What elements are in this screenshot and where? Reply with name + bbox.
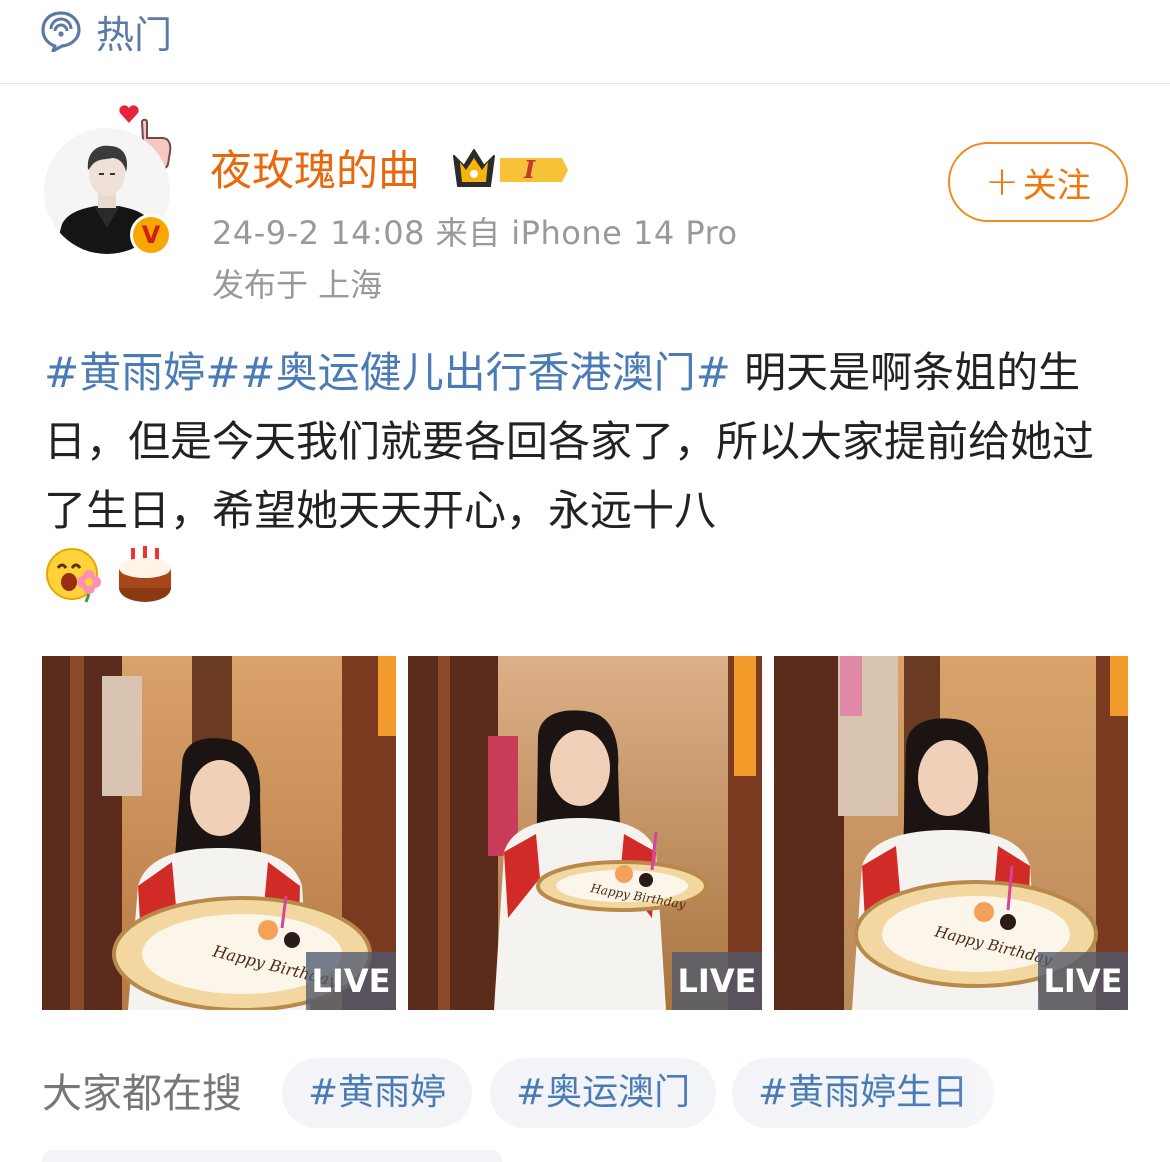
- photo-grid: Happy Birthday LIVE Happy Birthday LIVE …: [42, 656, 1128, 1010]
- next-item-edge: [42, 1150, 502, 1162]
- live-photo-badge: LIVE: [306, 952, 396, 1010]
- follow-label: 关注: [1022, 165, 1091, 206]
- member-level-text: I: [523, 155, 536, 184]
- trending-chip[interactable]: #黄雨婷: [282, 1058, 473, 1128]
- verified-badge: V: [130, 214, 172, 256]
- post-location: 发布于 上海: [212, 266, 383, 304]
- photo-thumbnail[interactable]: Happy Birthday LIVE: [408, 656, 762, 1010]
- emoji-row: [44, 544, 181, 604]
- happy-flower-emoji-icon: [46, 548, 101, 603]
- birthday-cake-emoji-icon: [119, 546, 172, 602]
- live-photo-badge: LIVE: [1038, 952, 1128, 1010]
- section-title[interactable]: 热门: [96, 10, 172, 60]
- trending-searches: 大家都在搜 #黄雨婷 #奥运澳门 #黄雨婷生日: [42, 1058, 1170, 1128]
- photo-thumbnail[interactable]: Happy Birthday LIVE: [774, 656, 1128, 1010]
- trending-label: 大家都在搜: [42, 1071, 242, 1117]
- top-bar: 热门: [0, 0, 1170, 84]
- plus-icon: +: [985, 159, 1019, 205]
- follow-button[interactable]: + 关注: [948, 142, 1128, 222]
- hot-topic-icon: [41, 11, 81, 52]
- hashtag-link[interactable]: #黄雨婷#: [44, 348, 240, 397]
- live-photo-badge: LIVE: [672, 952, 762, 1010]
- trending-chip[interactable]: #奥运澳门: [490, 1058, 717, 1128]
- post-body: #黄雨婷##奥运健儿出行香港澳门# 明天是啊条姐的生日，但是今天我们就要各回各家…: [44, 338, 1134, 545]
- scroll-fade: [950, 1058, 1170, 1128]
- member-crown-icon[interactable]: I: [450, 146, 568, 194]
- author-name[interactable]: 夜玫瑰的曲: [210, 142, 420, 200]
- hashtag-link[interactable]: #奥运健儿出行香港澳门#: [240, 348, 730, 397]
- photo-thumbnail[interactable]: Happy Birthday LIVE: [42, 656, 396, 1010]
- author-avatar-wrap[interactable]: V: [44, 100, 184, 260]
- post-time-source: 24-9-2 14:08 来自 iPhone 14 Pro: [212, 214, 738, 252]
